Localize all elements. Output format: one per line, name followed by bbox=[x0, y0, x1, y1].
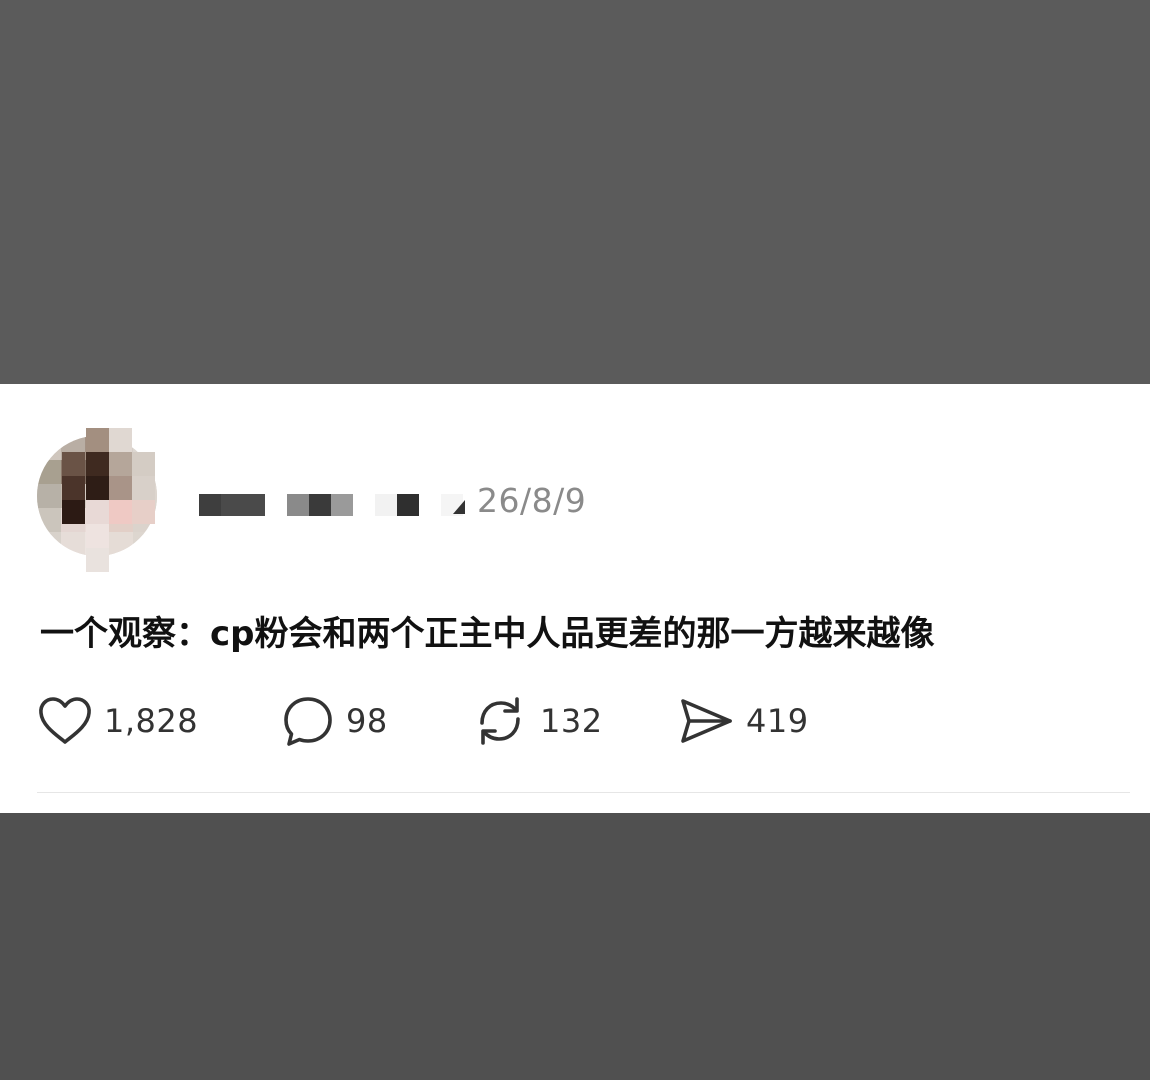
like-button[interactable]: 1,828 bbox=[36, 693, 198, 749]
avatar[interactable] bbox=[37, 436, 157, 556]
comment-button[interactable]: 98 bbox=[280, 693, 388, 749]
comment-count: 98 bbox=[346, 702, 388, 740]
share-button[interactable]: 419 bbox=[676, 693, 809, 749]
username-mosaic-fragment bbox=[453, 500, 465, 514]
heart-icon bbox=[36, 695, 94, 747]
divider bbox=[37, 792, 1130, 793]
username-redacted[interactable] bbox=[199, 494, 469, 516]
repost-icon bbox=[470, 693, 530, 749]
post-date: 26/8/9 bbox=[477, 481, 587, 520]
comment-bubble-icon bbox=[280, 693, 336, 749]
paper-plane-icon bbox=[676, 693, 736, 749]
post-body: 一个观察：cp粉会和两个正主中人品更差的那一方越来越像 bbox=[40, 614, 935, 654]
backdrop-bottom bbox=[0, 813, 1150, 1080]
share-count: 419 bbox=[746, 702, 809, 740]
like-count: 1,828 bbox=[104, 702, 199, 740]
repost-button[interactable]: 132 bbox=[470, 693, 603, 749]
backdrop-top bbox=[0, 0, 1150, 384]
action-bar: 1,828 98 132 419 bbox=[36, 693, 836, 749]
repost-count: 132 bbox=[540, 702, 603, 740]
